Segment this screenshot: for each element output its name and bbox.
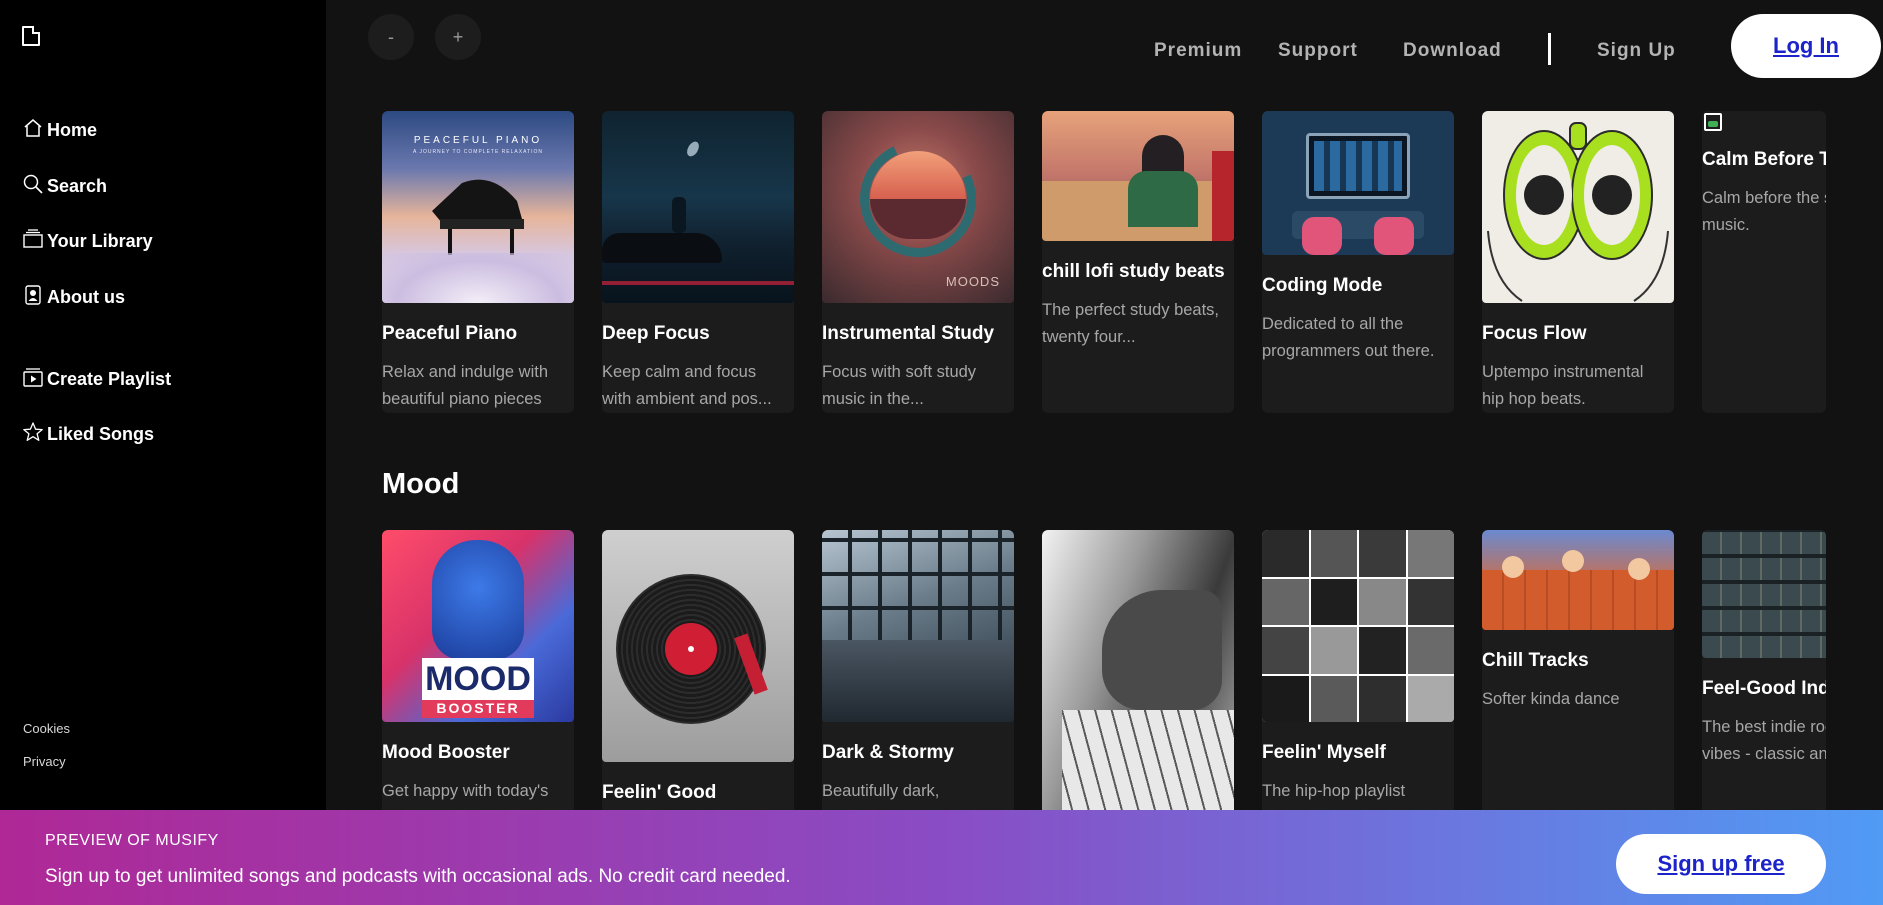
binoculars-illustration [1487, 122, 1669, 302]
card-description: Get happy with today's [382, 782, 549, 800]
playlist-cover [1262, 111, 1454, 255]
card-description: Relax and indulge with beautiful piano p… [382, 363, 549, 408]
banner-message: Sign up to get unlimited songs and podca… [45, 866, 791, 887]
app-root: Home Search Your Library About us Create… [0, 0, 1883, 905]
playlist-card[interactable] [1042, 530, 1234, 810]
cover-text: PEACEFUL PIANO [413, 135, 543, 146]
card-title: Calm Before The Storm [1702, 149, 1826, 170]
library-icon [23, 229, 43, 248]
mood-row: MOOD BOOSTER Mood Booster Get happy with… [382, 530, 1826, 810]
card-title: Peaceful Piano [382, 323, 518, 344]
focus-row: PEACEFUL PIANO A JOURNEY TO COMPLETE REL… [382, 111, 1826, 431]
card-title: Focus Flow [1482, 323, 1587, 344]
section-title-mood: Mood [382, 468, 460, 500]
card-title: Feelin' Good [602, 782, 717, 803]
card-description: The hip-hop playlist [1262, 782, 1406, 800]
sidebar: Home Search Your Library About us Create… [0, 0, 326, 905]
nav-library-label: Your Library [47, 230, 153, 251]
playlist-card[interactable]: Focus Flow Uptempo instrumental hip hop … [1482, 111, 1674, 413]
nav-library[interactable]: Your Library [22, 224, 153, 254]
create-playlist-icon [23, 368, 43, 387]
banner-preview-label: PREVIEW OF MUSIFY [45, 832, 219, 849]
playlist-card[interactable]: PEACEFUL PIANO A JOURNEY TO COMPLETE REL… [382, 111, 574, 413]
playlist-cover [1482, 111, 1674, 303]
broken-logo-icon[interactable] [22, 26, 46, 48]
nav-about[interactable]: About us [22, 280, 125, 310]
topbar-divider [1548, 33, 1551, 65]
card-title: Mood Booster [382, 742, 510, 763]
playlist-cover [1042, 111, 1234, 241]
playlist-card[interactable]: chill lofi study beats The perfect study… [1042, 111, 1234, 413]
cookies-link[interactable]: Cookies [23, 721, 70, 736]
card-description: Dedicated to all the programmers out the… [1262, 315, 1435, 360]
broken-image-icon [1702, 111, 1724, 133]
playlist-cover [1702, 530, 1826, 658]
download-link[interactable]: Download [1403, 40, 1502, 62]
support-link[interactable]: Support [1278, 40, 1358, 62]
card-description: Keep calm and focus with ambient and pos… [602, 363, 772, 408]
playlist-cover [1042, 530, 1234, 810]
liked-songs-label: Liked Songs [47, 423, 155, 444]
playlist-card[interactable]: Feelin' Myself The hip-hop playlist [1262, 530, 1454, 810]
signup-free-button[interactable]: Sign up free [1616, 834, 1826, 894]
back-button[interactable]: - [368, 14, 414, 60]
forward-button[interactable]: + [435, 14, 481, 60]
nav-about-label: About us [47, 286, 125, 307]
card-description: Calm before the storm music. [1702, 189, 1826, 234]
playlist-card[interactable]: Feel-Good Indie The best indie rock vibe… [1702, 530, 1826, 810]
cover-text: MOOD [425, 660, 531, 698]
cover-text: MOODS [945, 274, 1000, 289]
login-button[interactable]: Log In [1731, 14, 1881, 78]
create-playlist-label: Create Playlist [47, 368, 172, 389]
home-icon [24, 119, 42, 137]
card-title: chill lofi study beats [1042, 261, 1225, 282]
card-title: Coding Mode [1262, 275, 1383, 296]
nav-search-label: Search [47, 175, 108, 196]
card-description: The best indie rock vibes - classic and [1702, 718, 1826, 763]
piano-illustration [432, 179, 524, 255]
card-title: Dark & Stormy [822, 742, 954, 763]
about-icon [25, 285, 41, 305]
playlist-card[interactable]: Calm Before The Storm Calm before the st… [1702, 111, 1826, 413]
card-title: Feel-Good Indie [1702, 678, 1826, 699]
card-description: Uptempo instrumental hip hop beats. [1482, 363, 1644, 408]
main-content: PEACEFUL PIANO A JOURNEY TO COMPLETE REL… [326, 95, 1826, 810]
liked-songs-button[interactable]: Liked Songs [22, 417, 154, 447]
card-description: Beautifully dark, [822, 782, 940, 800]
create-playlist-button[interactable]: Create Playlist [22, 362, 171, 392]
playlist-cover [602, 111, 794, 303]
playlist-cover [1262, 530, 1454, 722]
playlist-cover [822, 530, 1014, 722]
playlist-card[interactable]: Deep Focus Keep calm and focus with ambi… [602, 111, 794, 413]
playlist-card[interactable]: MOODS Instrumental Study Focus with soft… [822, 111, 1014, 413]
privacy-link[interactable]: Privacy [23, 754, 66, 769]
card-title: Feelin' Myself [1262, 742, 1386, 763]
playlist-cover [602, 530, 794, 762]
nav-search[interactable]: Search [22, 169, 107, 199]
playlist-cover: MOODS [822, 111, 1014, 303]
playlist-card[interactable]: MOOD BOOSTER Mood Booster Get happy with… [382, 530, 574, 810]
cover-subtext: A JOURNEY TO COMPLETE RELAXATION [413, 149, 543, 155]
playlist-card[interactable]: Coding Mode Dedicated to all the program… [1262, 111, 1454, 413]
card-description: The perfect study beats, twenty four... [1042, 301, 1220, 346]
playlist-card[interactable]: Dark & Stormy Beautifully dark, [822, 530, 1014, 810]
card-description: Softer kinda dance [1482, 690, 1620, 708]
card-title: Deep Focus [602, 323, 710, 344]
playlist-cover: PEACEFUL PIANO A JOURNEY TO COMPLETE REL… [382, 111, 574, 303]
playlist-cover [1482, 530, 1674, 630]
star-icon [23, 422, 43, 441]
nav-home-label: Home [47, 119, 98, 140]
playlist-cover: MOOD BOOSTER [382, 530, 574, 722]
nav-home[interactable]: Home [22, 113, 97, 143]
signup-link[interactable]: Sign Up [1597, 40, 1676, 62]
playlist-card[interactable]: Chill Tracks Softer kinda dance [1482, 530, 1674, 810]
premium-link[interactable]: Premium [1154, 40, 1242, 62]
search-icon [23, 174, 43, 194]
cover-subtext: BOOSTER [422, 700, 534, 718]
playlist-card[interactable]: Feelin' Good [602, 530, 794, 810]
card-title: Instrumental Study [822, 323, 995, 344]
signup-banner: PREVIEW OF MUSIFY Sign up to get unlimit… [0, 810, 1883, 905]
card-description: Focus with soft study music in the... [822, 363, 977, 408]
card-title: Chill Tracks [1482, 650, 1589, 671]
